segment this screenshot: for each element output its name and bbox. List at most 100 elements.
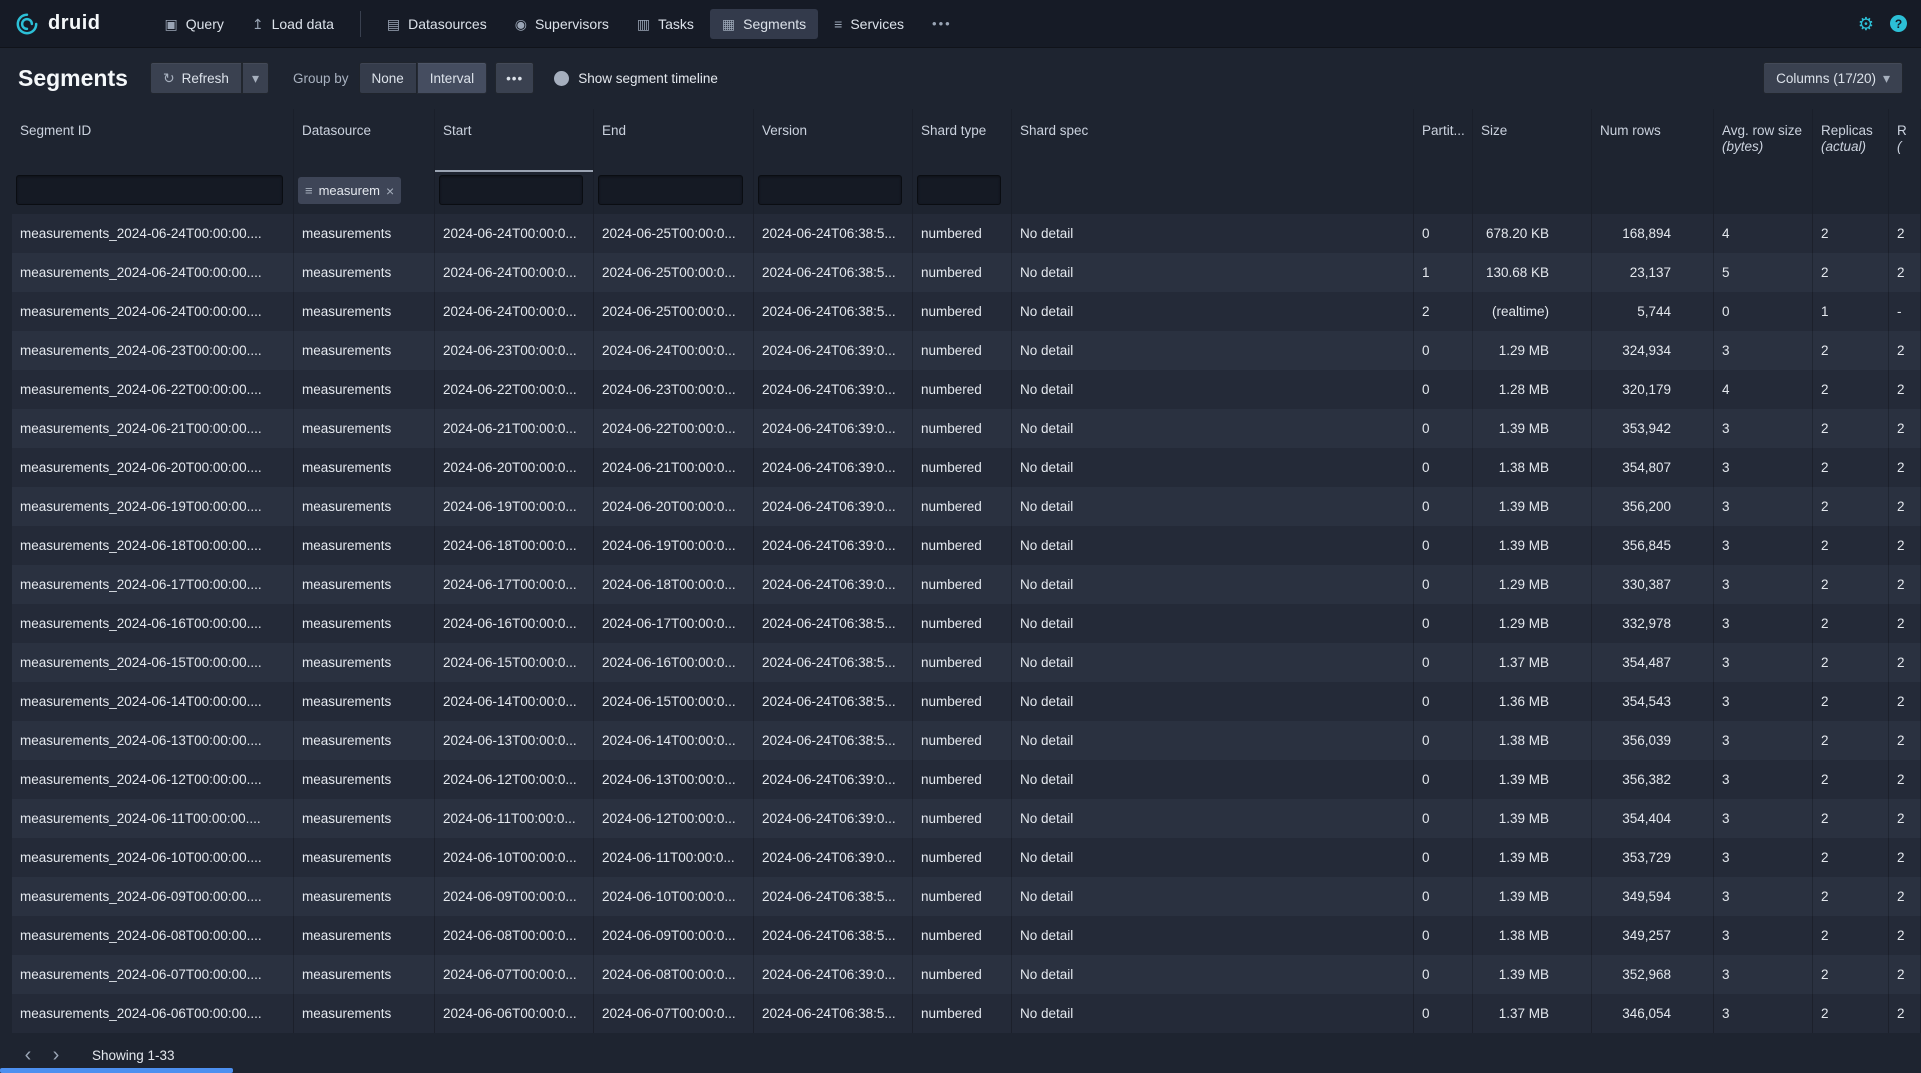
cell-num-rows: 356,845	[1592, 526, 1714, 565]
cell-num-rows: 349,594	[1592, 877, 1714, 916]
table-row[interactable]: measurements_2024-06-19T00:00:00....meas…	[12, 487, 1921, 526]
nav-item-segments[interactable]: ▦ Segments	[710, 9, 818, 39]
table-row[interactable]: measurements_2024-06-24T00:00:00....meas…	[12, 292, 1921, 331]
cell-shard-type: numbered	[913, 331, 1012, 370]
version-filter-input[interactable]	[758, 175, 902, 205]
supervisors-icon: ◉	[515, 17, 527, 31]
cell-replicas: 2	[1813, 760, 1889, 799]
table-row[interactable]: measurements_2024-06-08T00:00:00....meas…	[12, 916, 1921, 955]
app-logo[interactable]: druid	[14, 11, 101, 37]
cell-version: 2024-06-24T06:38:5...	[754, 643, 913, 682]
header-more-button[interactable]: •••	[495, 62, 534, 94]
cell-shard-spec: No detail	[1012, 916, 1414, 955]
cell-partition: 0	[1414, 370, 1473, 409]
column-header-partition[interactable]: Partit...	[1414, 109, 1473, 172]
table-row[interactable]: measurements_2024-06-17T00:00:00....meas…	[12, 565, 1921, 604]
table-row[interactable]: measurements_2024-06-24T00:00:00....meas…	[12, 214, 1921, 253]
column-header-cutoff[interactable]: R(	[1889, 109, 1921, 172]
table-row[interactable]: measurements_2024-06-06T00:00:00....meas…	[12, 994, 1921, 1033]
group-by-interval-button[interactable]: Interval	[417, 62, 487, 94]
column-header-avg-row-size[interactable]: Avg. row size(bytes)	[1714, 109, 1813, 172]
column-header-datasource[interactable]: Datasource	[294, 109, 435, 172]
datasource-filter-value: measurem	[319, 183, 380, 198]
cell-shard-spec: No detail	[1012, 253, 1414, 292]
cell-replicas: 2	[1813, 331, 1889, 370]
column-header-shard-spec[interactable]: Shard spec	[1012, 109, 1414, 172]
column-header-num-rows[interactable]: Num rows	[1592, 109, 1714, 172]
nav-item-datasources[interactable]: ▤ Datasources	[375, 9, 499, 39]
columns-button[interactable]: Columns (17/20) ▾	[1763, 62, 1903, 94]
cell-datasource: measurements	[294, 916, 435, 955]
cell-shard-type: numbered	[913, 526, 1012, 565]
table-row[interactable]: measurements_2024-06-07T00:00:00....meas…	[12, 955, 1921, 994]
cell-size: 1.37 MB	[1473, 643, 1592, 682]
refresh-button[interactable]: ↻ Refresh	[150, 62, 242, 94]
nav-more-button[interactable]: •••	[920, 9, 964, 38]
table-row[interactable]: measurements_2024-06-09T00:00:00....meas…	[12, 877, 1921, 916]
cell-partition: 0	[1414, 409, 1473, 448]
table-row[interactable]: measurements_2024-06-10T00:00:00....meas…	[12, 838, 1921, 877]
column-header-shard-type[interactable]: Shard type	[913, 109, 1012, 172]
column-header-segment-id[interactable]: Segment ID	[12, 109, 294, 172]
cell-start: 2024-06-14T00:00:0...	[435, 682, 594, 721]
nav-item-tasks[interactable]: ▥ Tasks	[625, 9, 706, 39]
table-row[interactable]: measurements_2024-06-14T00:00:00....meas…	[12, 682, 1921, 721]
table-row[interactable]: measurements_2024-06-23T00:00:00....meas…	[12, 331, 1921, 370]
shard-type-filter-input[interactable]	[917, 175, 1001, 205]
table-row[interactable]: measurements_2024-06-21T00:00:00....meas…	[12, 409, 1921, 448]
nav-item-query[interactable]: ▣ Query	[153, 9, 236, 39]
cell-replicas: 2	[1813, 955, 1889, 994]
header-right: Columns (17/20) ▾	[1763, 62, 1903, 94]
column-header-replicas[interactable]: Replicas(actual)	[1813, 109, 1889, 172]
table-row[interactable]: measurements_2024-06-18T00:00:00....meas…	[12, 526, 1921, 565]
nav-label: Load data	[272, 16, 334, 32]
group-by-none-button[interactable]: None	[359, 62, 417, 94]
cell-shard-type: numbered	[913, 214, 1012, 253]
datasource-filter-tag[interactable]: ≡ measurem ×	[298, 177, 401, 204]
cell-version: 2024-06-24T06:38:5...	[754, 214, 913, 253]
cell-start: 2024-06-06T00:00:0...	[435, 994, 594, 1033]
table-row[interactable]: measurements_2024-06-11T00:00:00....meas…	[12, 799, 1921, 838]
topbar-right: ⚙ ?	[1858, 15, 1907, 33]
segment-id-filter-input[interactable]	[16, 175, 283, 205]
end-filter-input[interactable]	[598, 175, 743, 205]
table-row[interactable]: measurements_2024-06-16T00:00:00....meas…	[12, 604, 1921, 643]
help-icon[interactable]: ?	[1890, 15, 1907, 32]
nav-item-load-data[interactable]: ↥ Load data	[240, 9, 346, 39]
gear-icon[interactable]: ⚙	[1858, 15, 1874, 33]
table-row[interactable]: measurements_2024-06-24T00:00:00....meas…	[12, 253, 1921, 292]
table-row[interactable]: measurements_2024-06-15T00:00:00....meas…	[12, 643, 1921, 682]
cell-replicas: 2	[1813, 565, 1889, 604]
cell-extra: 2	[1889, 409, 1921, 448]
start-filter-input[interactable]	[439, 175, 583, 205]
cell-replicas: 2	[1813, 994, 1889, 1033]
table-row[interactable]: measurements_2024-06-12T00:00:00....meas…	[12, 760, 1921, 799]
tasks-icon: ▥	[637, 17, 650, 31]
cell-datasource: measurements	[294, 682, 435, 721]
column-header-size[interactable]: Size	[1473, 109, 1592, 172]
column-header-start[interactable]: Start	[435, 109, 594, 172]
cell-shard-type: numbered	[913, 916, 1012, 955]
view-header: Segments ↻ Refresh ▾ Group by None Inter…	[0, 47, 1921, 109]
next-page-button[interactable]: ›	[42, 1041, 70, 1069]
cell-datasource: measurements	[294, 526, 435, 565]
nav-item-supervisors[interactable]: ◉ Supervisors	[503, 9, 621, 39]
cell-segment-id: measurements_2024-06-15T00:00:00....	[12, 643, 294, 682]
horizontal-scrollbar-thumb[interactable]	[0, 1068, 233, 1073]
cell-replicas: 2	[1813, 799, 1889, 838]
table-row[interactable]: measurements_2024-06-22T00:00:00....meas…	[12, 370, 1921, 409]
previous-page-button[interactable]: ‹	[14, 1041, 42, 1069]
column-header-version[interactable]: Version	[754, 109, 913, 172]
cell-version: 2024-06-24T06:39:0...	[754, 331, 913, 370]
table-row[interactable]: measurements_2024-06-13T00:00:00....meas…	[12, 721, 1921, 760]
segment-timeline-toggle[interactable]	[554, 71, 569, 86]
remove-filter-icon[interactable]: ×	[386, 183, 394, 199]
column-header-end[interactable]: End	[594, 109, 754, 172]
more-icon: •••	[506, 71, 523, 86]
refresh-interval-dropdown-button[interactable]: ▾	[242, 62, 269, 94]
cell-segment-id: measurements_2024-06-24T00:00:00....	[12, 214, 294, 253]
cell-segment-id: measurements_2024-06-12T00:00:00....	[12, 760, 294, 799]
nav-label: Query	[186, 16, 224, 32]
nav-item-services[interactable]: ≡ Services	[822, 9, 916, 39]
table-row[interactable]: measurements_2024-06-20T00:00:00....meas…	[12, 448, 1921, 487]
